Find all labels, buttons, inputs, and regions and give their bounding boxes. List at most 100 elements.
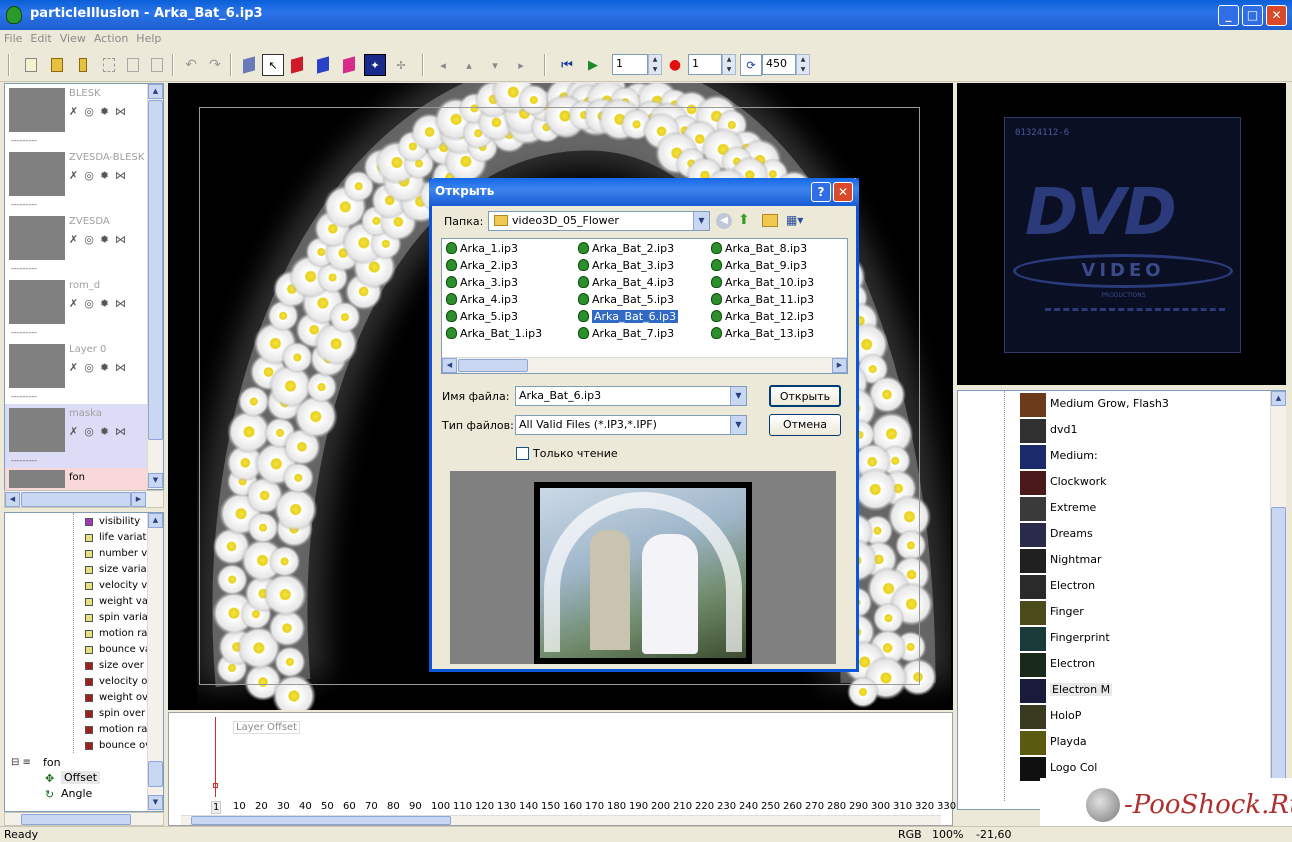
- frame-record-input[interactable]: 1: [688, 54, 722, 75]
- tree-node-angle[interactable]: Angle: [61, 787, 92, 800]
- scroll-thumb[interactable]: [191, 816, 451, 825]
- file-item[interactable]: Arka_Bat_10.ip3: [711, 276, 814, 289]
- scroll-thumb[interactable]: [21, 814, 131, 825]
- copy-icon[interactable]: [122, 54, 144, 76]
- move-right-icon[interactable]: ▸: [510, 54, 532, 76]
- frame-current-input[interactable]: 1: [612, 54, 648, 75]
- preset-item[interactable]: Nightmar: [1050, 553, 1102, 566]
- preset-item[interactable]: Medium Grow, Flash3: [1050, 397, 1169, 410]
- scroll-right-icon[interactable]: ▶: [832, 358, 847, 373]
- folder-select[interactable]: video3D_05_Flower ▼: [488, 211, 710, 231]
- properties-hscrollbar[interactable]: [4, 812, 164, 826]
- scroll-thumb[interactable]: [148, 100, 163, 440]
- properties-scrollbar[interactable]: ▲ ▼: [147, 513, 163, 811]
- scroll-thumb[interactable]: [1271, 507, 1286, 807]
- file-item[interactable]: Arka_5.ip3: [446, 310, 518, 323]
- menu-help[interactable]: Help: [132, 30, 165, 47]
- scroll-down-icon[interactable]: ▼: [148, 795, 163, 810]
- file-item[interactable]: Arka_3.ip3: [446, 276, 518, 289]
- frame-current-spinner[interactable]: ▲ ▼: [648, 54, 662, 75]
- rewind-icon[interactable]: ⏮: [556, 54, 578, 76]
- file-item[interactable]: Arka_Bat_13.ip3: [711, 327, 814, 340]
- timeline-panel[interactable]: Layer Offset 1 10 20 30 40 50 60 70 80 90 100 110 12…: [168, 712, 956, 826]
- file-item[interactable]: Arka_Bat_4.ip3: [578, 276, 674, 289]
- scroll-up-icon[interactable]: ▲: [148, 84, 163, 99]
- scroll-right-icon[interactable]: ▶: [131, 492, 146, 507]
- scroll-left-icon[interactable]: ◀: [5, 492, 20, 507]
- preset-item[interactable]: dvd1: [1050, 423, 1077, 436]
- save-icon[interactable]: [72, 54, 94, 76]
- scroll-thumb[interactable]: [458, 359, 528, 372]
- file-item[interactable]: Arka_Bat_11.ip3: [711, 293, 814, 306]
- presets-scrollbar[interactable]: ▲: [1270, 391, 1286, 809]
- select-arrow-icon[interactable]: ↖: [262, 54, 284, 76]
- file-item[interactable]: Arka_Bat_6.ip3: [578, 310, 679, 323]
- cut-icon[interactable]: [98, 54, 120, 76]
- layer-options-icons[interactable]: ✗◎✹⋈: [69, 105, 132, 118]
- scroll-up-icon[interactable]: ▲: [1271, 391, 1286, 406]
- file-item[interactable]: Arka_4.ip3: [446, 293, 518, 306]
- preset-item[interactable]: HoloP: [1050, 709, 1081, 722]
- filename-input[interactable]: Arka_Bat_6.ip3 ▼: [515, 386, 747, 406]
- loop-icon[interactable]: ⟳: [740, 54, 762, 76]
- scroll-thumb[interactable]: [148, 761, 163, 787]
- file-list[interactable]: Arka_1.ip3 Arka_2.ip3 Arka_3.ip3 Arka_4.ip3…: [441, 238, 848, 374]
- particles-icon[interactable]: ✦: [364, 54, 386, 76]
- frame-end-spinner[interactable]: ▲ ▼: [796, 54, 810, 75]
- red-layer-icon[interactable]: [286, 54, 308, 76]
- dialog-close-button[interactable]: ✕: [833, 182, 853, 202]
- readonly-checkbox[interactable]: [516, 447, 529, 460]
- file-item[interactable]: Arka_Bat_3.ip3: [578, 259, 674, 272]
- file-item[interactable]: Arka_1.ip3: [446, 242, 518, 255]
- open-button[interactable]: Открыть: [769, 385, 841, 407]
- file-item[interactable]: Arka_Bat_1.ip3: [446, 327, 542, 340]
- preset-item[interactable]: Medium:: [1050, 449, 1098, 462]
- layer-options-icons[interactable]: ✗◎✹⋈: [69, 425, 132, 438]
- file-item[interactable]: Arka_Bat_9.ip3: [711, 259, 807, 272]
- preset-item[interactable]: Electron M: [1050, 683, 1113, 696]
- emitter-point-icon[interactable]: [238, 54, 260, 76]
- preset-item[interactable]: Electron: [1050, 657, 1095, 670]
- chevron-down-icon[interactable]: ▼: [730, 416, 746, 434]
- move-left-icon[interactable]: ◂: [432, 54, 454, 76]
- layer-item[interactable]: Layer 0 ✗◎✹⋈ ---------: [5, 340, 147, 404]
- file-item[interactable]: Arka_Bat_7.ip3: [578, 327, 674, 340]
- preset-item[interactable]: Electron: [1050, 579, 1095, 592]
- chevron-down-icon[interactable]: ▼: [693, 212, 709, 230]
- up-folder-icon[interactable]: ⬆: [738, 212, 750, 228]
- menu-edit[interactable]: Edit: [26, 30, 55, 47]
- file-item[interactable]: Arka_Bat_5.ip3: [578, 293, 674, 306]
- scroll-thumb[interactable]: [21, 492, 131, 507]
- minimize-button[interactable]: _: [1218, 5, 1239, 26]
- preset-item[interactable]: Extreme: [1050, 501, 1096, 514]
- layer-options-icons[interactable]: ✗◎✹⋈: [69, 169, 132, 182]
- layer-item[interactable]: rom_d ✗◎✹⋈ ---------: [5, 276, 147, 340]
- move-down-icon[interactable]: ▾: [484, 54, 506, 76]
- file-item[interactable]: Arka_Bat_2.ip3: [578, 242, 674, 255]
- menu-view[interactable]: View: [56, 30, 90, 47]
- blue-layer-icon[interactable]: [312, 54, 334, 76]
- menu-action[interactable]: Action: [90, 30, 132, 47]
- magenta-layer-icon[interactable]: [338, 54, 360, 76]
- layer-options-icons[interactable]: ✗◎✹⋈: [69, 233, 132, 246]
- redo-icon[interactable]: ↷: [204, 54, 226, 76]
- new-icon[interactable]: [20, 54, 42, 76]
- file-item[interactable]: Arka_Bat_12.ip3: [711, 310, 814, 323]
- layers-hscrollbar[interactable]: ◀ ▶: [4, 490, 164, 508]
- back-icon[interactable]: ◀: [716, 213, 732, 229]
- layer-item-selected[interactable]: maska ✗◎✹⋈ ---------: [5, 404, 147, 468]
- menu-file[interactable]: File: [0, 30, 26, 47]
- tree-node-fon[interactable]: fon: [43, 756, 61, 769]
- close-button[interactable]: ✕: [1266, 5, 1287, 26]
- scroll-down-icon[interactable]: ▼: [148, 473, 163, 488]
- layer-item[interactable]: fon: [5, 468, 147, 490]
- scroll-up-icon[interactable]: ▲: [148, 513, 163, 528]
- filetype-select[interactable]: All Valid Files (*.IP3,*.IPF) ▼: [515, 415, 747, 435]
- record-icon[interactable]: ●: [664, 54, 686, 76]
- timeline-key-marker[interactable]: [213, 783, 218, 788]
- scroll-left-icon[interactable]: ◀: [442, 358, 457, 373]
- help-button[interactable]: ?: [811, 182, 831, 202]
- preset-item[interactable]: Clockwork: [1050, 475, 1107, 488]
- timeline-hscrollbar[interactable]: [181, 815, 941, 825]
- preset-item[interactable]: Fingerprint: [1050, 631, 1110, 644]
